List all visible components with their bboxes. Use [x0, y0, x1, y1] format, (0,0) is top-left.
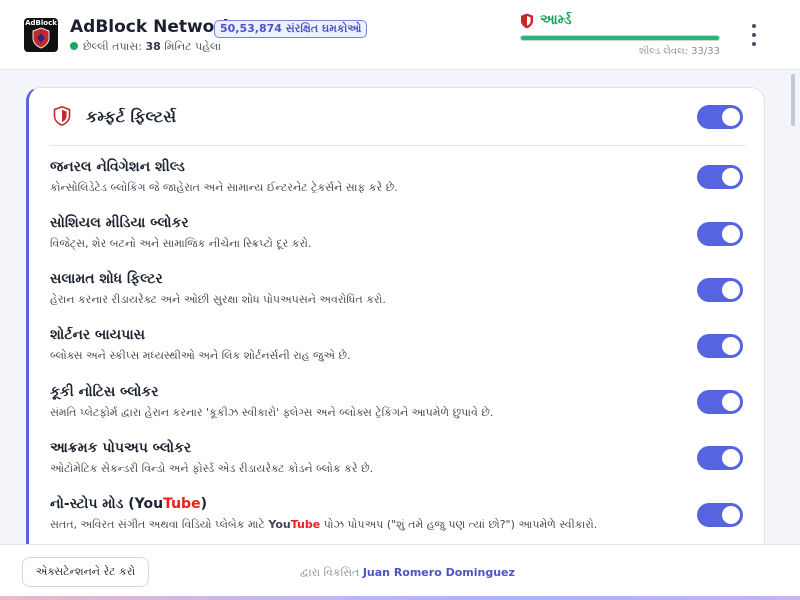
filter-name: સોશિયલ મીડિયા બ્લોકર [50, 215, 189, 231]
toggle-shortener-bypass[interactable] [697, 334, 743, 358]
menu-dot-icon [752, 33, 756, 37]
shield-level-fill [521, 36, 719, 40]
toggle-social-media[interactable] [697, 222, 743, 246]
filter-row-social-media: સોશિયલ મીડિયા બ્લોકર વિજેટ્સ, શેર બટનો અ… [50, 215, 746, 265]
protected-users-badge: 50,53,874 સંરક્ષિત ઘમકોઓ [214, 20, 368, 38]
toggle-aggressive-popup[interactable] [697, 446, 743, 470]
filter-row-shortener-bypass: શોર્ટનર બાયપાસ બ્લોક્સ અને સ્કીપ્સ મધ્યસ… [50, 327, 746, 377]
card-title: કમ્ફર્ટ ફિલ્ટર્સ [86, 107, 177, 126]
logo-shield-icon [32, 27, 50, 49]
filter-desc-suffix: પોઝ પોપઅપ ("શું તમે હજુ પણ ત્યાં છો?") આ… [320, 518, 598, 531]
toggle-knob [722, 449, 740, 467]
scrollbar-thumb[interactable] [791, 74, 795, 126]
filter-name: જનરલ નેવિગેશન શીલ્ડ [50, 159, 185, 175]
youtube-tube: Tube [290, 518, 321, 531]
more-menu-button[interactable] [744, 22, 764, 48]
rate-extension-button[interactable]: એક્સટેન્શનને રેટ કરો [22, 557, 149, 587]
developer-credit: દ્વારા વિકસિત Juan Romero Dominguez [300, 566, 515, 580]
menu-dot-icon [752, 24, 756, 28]
filter-desc: સંમતિ પ્લેટફોર્મ દ્વારા હેરાન કરનાર 'કૂક… [50, 406, 494, 419]
youtube-you: You [134, 496, 164, 512]
footer-gradient-bar [0, 596, 800, 600]
filter-desc: હેરાન કરનાર રીડાયરેક્ટ અને ઓછી સુરક્ષા શ… [50, 293, 386, 306]
toggle-knob [722, 281, 740, 299]
status-prefix: છેલ્લી તપાસ: [83, 40, 142, 53]
toggle-knob [722, 225, 740, 243]
filter-row-general-navigation: જનરલ નેવિગેશન શીલ્ડ કોન્સોલિડેટેડ બ્લોકિ… [50, 159, 746, 209]
menu-dot-icon [752, 42, 756, 46]
armed-label: આર્મ્ડ [540, 12, 572, 28]
youtube-tube: Tube [163, 496, 201, 512]
filter-name: શોર્ટનર બાયપાસ [50, 327, 145, 343]
filter-desc: સતત, અવિરત સંગીત અથવા વિડિયો પ્લેબેક માટ… [50, 518, 597, 532]
master-toggle[interactable] [697, 105, 743, 129]
logo-text: AdBlock [25, 19, 57, 27]
toggle-knob [722, 168, 740, 186]
filter-name: આક્રમક પોપઅપ બ્લોકર [50, 440, 192, 456]
divider [50, 145, 746, 146]
header: AdBlock AdBlock Network 50,53,874 સંરક્ષ… [0, 0, 800, 70]
filter-desc: ઓટોમેટિક સેકન્ડરી વિન્ડો અને ફોર્સ્ડ એડ … [50, 462, 374, 475]
shield-icon [521, 13, 533, 29]
status-minutes: 38 [145, 40, 161, 53]
toggle-cookie-notice[interactable] [697, 390, 743, 414]
filter-name: સલામત શોધ ફિલ્ટર [50, 271, 163, 287]
footer: એક્સટેન્શનને રેટ કરો દ્વારા વિકસિત Juan … [0, 544, 800, 600]
developer-name-link[interactable]: Juan Romero Dominguez [363, 566, 515, 579]
filter-name-suffix: ) [200, 496, 207, 512]
toggle-general-navigation[interactable] [697, 165, 743, 189]
filter-desc-prefix: સતત, અવિરત સંગીત અથવા વિડિયો પ્લેબેક માટ… [50, 518, 269, 531]
shield-icon [53, 106, 71, 126]
last-check-status: છેલ્લી તપાસ: 38 મિનિટ પહેલાં [70, 40, 221, 54]
toggle-knob [722, 108, 740, 126]
status-dot-icon [70, 42, 78, 50]
filter-desc: બ્લોક્સ અને સ્કીપ્સ મધ્યસ્થીઓ અને લિંક શ… [50, 349, 351, 362]
filter-row-no-stop-mode: નો-સ્ટોપ મોડ (YouTube) સતત, અવિરત સંગીત … [50, 496, 746, 544]
filter-row-cookie-notice: કૂકી નોટિસ બ્લોકર સંમતિ પ્લેટફોર્મ દ્વાર… [50, 384, 746, 434]
toggle-knob [722, 506, 740, 524]
filter-name: કૂકી નોટિસ બ્લોકર [50, 384, 159, 400]
toggle-no-stop-mode[interactable] [697, 503, 743, 527]
shield-level-bar [520, 35, 720, 41]
app-title: AdBlock Network [70, 17, 235, 37]
youtube-you: You [268, 518, 291, 531]
filter-row-safe-search: સલામત શોધ ફિલ્ટર હેરાન કરનાર રીડાયરેક્ટ … [50, 271, 746, 321]
toggle-knob [722, 337, 740, 355]
filter-desc: કોન્સોલિડેટેડ બ્લોકિંગ જે જાહેરાત અને સા… [50, 181, 398, 194]
filter-name: નો-સ્ટોપ મોડ (YouTube) [50, 496, 207, 512]
toggle-knob [722, 393, 740, 411]
app-logo: AdBlock [24, 18, 58, 52]
toggle-safe-search[interactable] [697, 278, 743, 302]
filter-desc: વિજેટ્સ, શેર બટનો અને સામાજિક નીચેના સ્ક… [50, 237, 312, 250]
main-scroll-area[interactable]: કમ્ફર્ટ ફિલ્ટર્સ જનરલ નેવિગેશન શીલ્ડ કોન… [0, 70, 800, 544]
comfort-filters-card: કમ્ફર્ટ ફિલ્ટર્સ જનરલ નેવિગેશન શીલ્ડ કોન… [26, 87, 765, 544]
shield-level-text: શીલ્ડ લેવલ: 33/33 [638, 46, 720, 57]
app-window: AdBlock AdBlock Network 50,53,874 સંરક્ષ… [0, 0, 800, 600]
status-suffix: મિનિટ પહેલાં [164, 40, 222, 53]
filter-row-aggressive-popup: આક્રમક પોપઅપ બ્લોકર ઓટોમેટિક સેકન્ડરી વિ… [50, 440, 746, 490]
developer-prefix: દ્વારા વિકસિત [300, 566, 360, 579]
filter-name-prefix: નો-સ્ટોપ મોડ ( [50, 496, 135, 512]
